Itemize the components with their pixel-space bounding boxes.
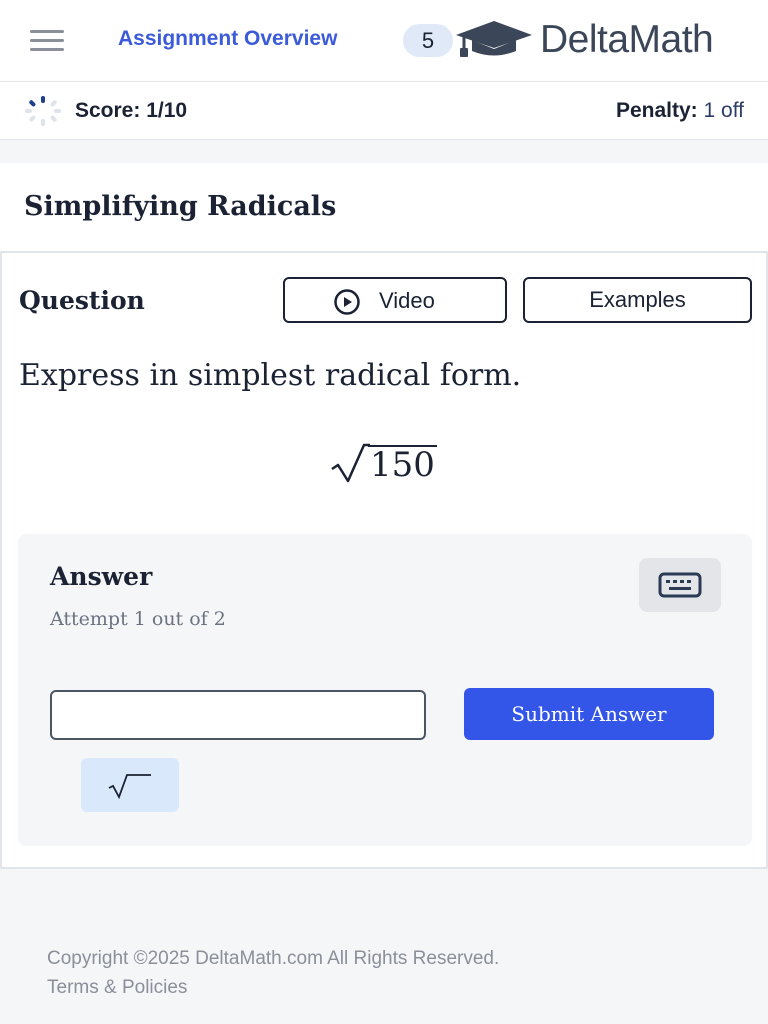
square-root-icon xyxy=(108,774,151,799)
problem-count-badge: 5 xyxy=(403,24,453,57)
video-button[interactable]: Video xyxy=(283,277,507,323)
assignment-overview-link[interactable]: Assignment Overview xyxy=(118,27,337,51)
copyright-text: Copyright ©2025 DeltaMath.com All Rights… xyxy=(47,948,500,969)
radical-expression: 150 xyxy=(328,441,448,485)
keyboard-toggle-button[interactable] xyxy=(639,558,721,612)
top-header: Assignment Overview 5 DeltaMath xyxy=(0,0,768,82)
progress-ring-icon xyxy=(25,96,61,126)
radical-sign xyxy=(331,443,370,483)
score-bar: Score: 1/10 Penalty: 1 off xyxy=(0,82,768,140)
keyboard-icon xyxy=(658,572,702,598)
answer-title: Answer xyxy=(50,562,153,591)
question-card: Question Video Examples Express in simpl… xyxy=(0,251,768,869)
logo-text: DeltaMath xyxy=(540,18,714,61)
play-circle-icon xyxy=(334,289,360,315)
problem-title-card: Simplifying Radicals xyxy=(0,163,768,251)
problem-title: Simplifying Radicals xyxy=(24,191,337,222)
answer-input[interactable] xyxy=(50,690,426,740)
score-text: Score: 1/10 xyxy=(75,99,188,122)
question-prompt: Express in simplest radical form. xyxy=(19,358,522,393)
square-root-key[interactable] xyxy=(81,758,179,812)
answer-panel: Answer Attempt 1 out of 2 Submit Answer xyxy=(18,534,752,846)
terms-policies-link[interactable]: Terms & Policies xyxy=(47,973,499,1002)
hamburger-menu-icon[interactable] xyxy=(30,30,64,52)
penalty-info: Penalty: 1 off xyxy=(616,99,744,123)
question-label: Question xyxy=(19,286,145,315)
radicand: 150 xyxy=(368,445,437,485)
page-footer: Copyright ©2025 DeltaMath.com All Rights… xyxy=(47,944,499,1002)
submit-answer-button[interactable]: Submit Answer xyxy=(464,688,714,740)
penalty-value: 1 off xyxy=(703,99,744,122)
attempt-counter: Attempt 1 out of 2 xyxy=(50,608,226,630)
penalty-label: Penalty: xyxy=(615,99,698,122)
deltamath-logo[interactable]: DeltaMath xyxy=(454,18,754,64)
graduation-cap-icon xyxy=(456,21,532,57)
examples-button[interactable]: Examples xyxy=(523,277,752,323)
video-button-label: Video xyxy=(379,288,435,313)
